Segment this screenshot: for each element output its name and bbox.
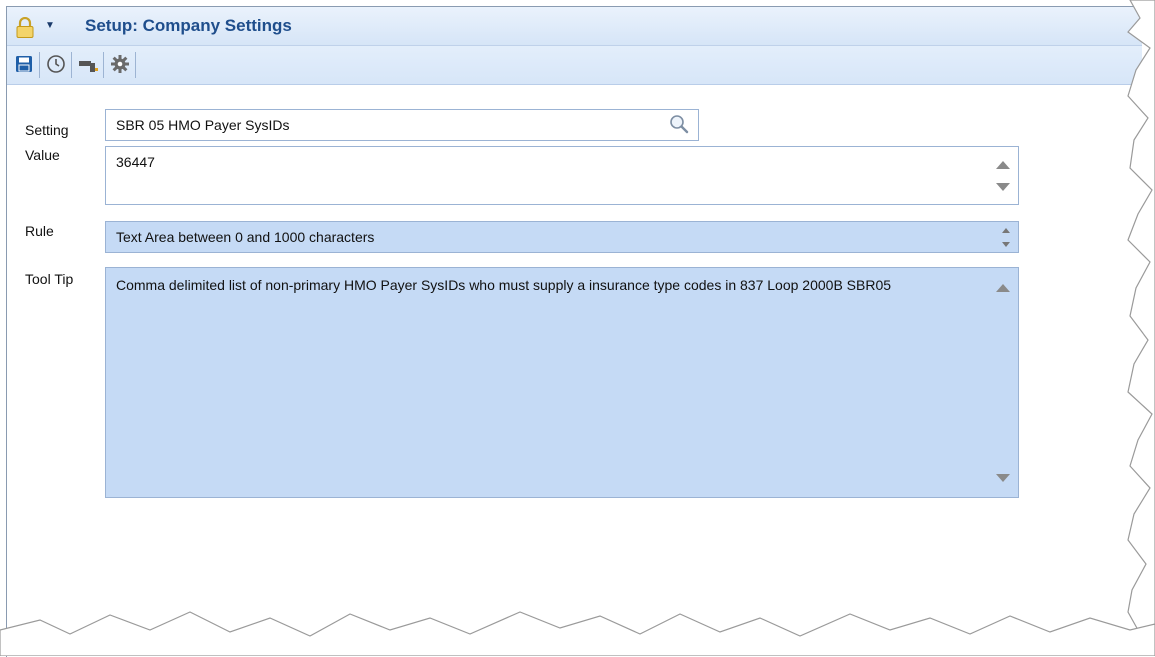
torn-edge-decoration <box>0 0 1155 656</box>
